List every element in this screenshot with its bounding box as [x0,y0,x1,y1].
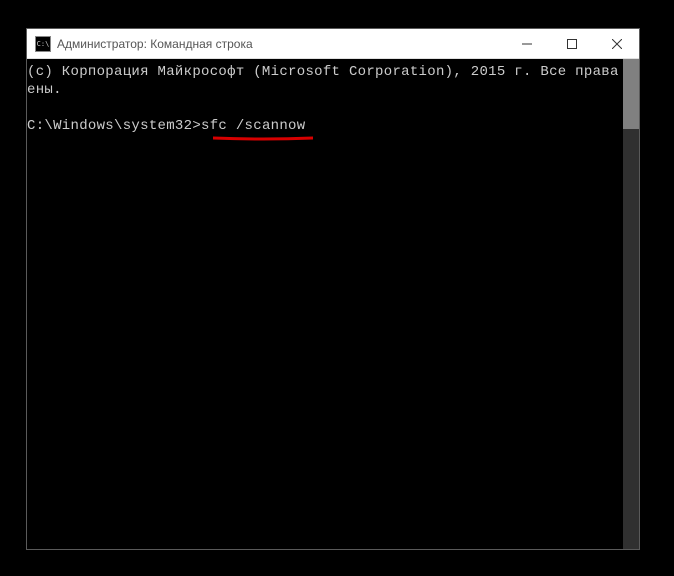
window-controls [504,29,639,58]
window-title: Администратор: Командная строка [57,37,504,51]
underline-icon [213,136,313,142]
close-button[interactable] [594,29,639,58]
maximize-icon [567,39,577,49]
console-prompt: C:\Windows\system32> [27,118,201,134]
console-area[interactable]: (с) Корпорация Майкрософт (Microsoft Cor… [27,59,639,549]
console-content: (с) Корпорация Майкрософт (Microsoft Cor… [27,59,639,135]
close-icon [612,39,622,49]
app-icon-text: C:\ [37,40,50,48]
command-prompt-window: C:\ Администратор: Командная строка [26,28,640,550]
app-icon: C:\ [35,36,51,52]
titlebar[interactable]: C:\ Администратор: Командная строка [27,29,639,59]
scrollbar-thumb[interactable] [623,59,639,129]
minimize-icon [522,39,532,49]
minimize-button[interactable] [504,29,549,58]
console-line-copyright2: ены. [27,82,62,98]
maximize-button[interactable] [549,29,594,58]
console-line-copyright1: (с) Корпорация Майкрософт (Microsoft Cor… [27,64,639,80]
scrollbar[interactable] [623,59,639,549]
underline-annotation [213,129,313,135]
